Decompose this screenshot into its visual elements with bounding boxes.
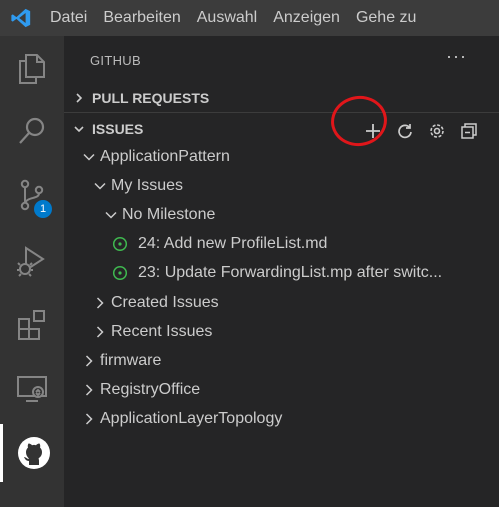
chevron-down-icon [89,181,111,191]
github-sidebar: GITHUB ··· PULL REQUESTS ISSUES Applicat… [64,36,499,507]
menu-item-auswahl[interactable]: Auswahl [189,0,265,36]
tree-item-label: firmware [100,352,162,369]
menu-item-datei[interactable]: Datei [42,0,95,36]
tree-item-my-issues[interactable]: My Issues [89,172,183,200]
vscode-logo-icon [0,0,42,36]
tree-item-label: Recent Issues [111,323,213,340]
tree-item-label: My Issues [111,177,184,194]
section-divider [64,112,499,113]
refresh-icon[interactable] [389,120,421,142]
source-control-badge: 1 [34,200,52,218]
tree-item-label: No Milestone [122,206,216,223]
section-pull-requests[interactable]: PULL REQUESTS [64,84,499,112]
chevron-right-icon [78,384,100,396]
issue-opened-icon [111,264,129,282]
run-debug-icon[interactable] [0,232,64,290]
github-icon[interactable] [0,424,64,482]
issue-item[interactable]: 23: Update ForwardingList.mp after switc… [111,259,442,287]
chevron-down-icon [78,152,100,162]
tree-item-label: ApplicationLayerTopology [100,410,283,427]
menu-item-bearbeiten[interactable]: Bearbeiten [95,0,188,36]
issue-item[interactable]: 24: Add new ProfileList.md [111,230,327,258]
sidebar-title: GITHUB [90,53,141,68]
tree-item-label: ApplicationPattern [100,148,230,165]
collapse-all-icon[interactable] [453,120,485,142]
section-label: PULL REQUESTS [92,90,210,106]
extensions-icon[interactable] [0,296,64,354]
issue-opened-icon [111,235,129,253]
issue-label: 23: Update ForwardingList.mp after switc… [138,264,443,281]
menu-bar: Datei Bearbeiten Auswahl Anzeigen Gehe z… [0,0,499,36]
tree-item-label: Created Issues [111,294,219,311]
activity-bar: 1 [0,36,64,507]
section-label: ISSUES [92,121,144,137]
chevron-right-icon [78,355,100,367]
more-actions-icon[interactable]: ··· [446,46,467,67]
menu-item-anzeigen[interactable]: Anzeigen [265,0,348,36]
tree-item-applicationlayertopology[interactable]: ApplicationLayerTopology [78,405,282,433]
source-control-icon[interactable]: 1 [0,166,64,224]
chevron-right-icon [89,297,111,309]
chevron-down-icon [100,210,122,220]
menu-item-gehe-zu[interactable]: Gehe zu [348,0,424,36]
chevron-right-icon [64,93,92,103]
tree-item-recent-issues[interactable]: Recent Issues [89,318,212,346]
remote-explorer-icon[interactable] [0,360,64,418]
tree-item-no-milestone[interactable]: No Milestone [100,201,215,229]
chevron-right-icon [78,413,100,425]
tree-item-firmware[interactable]: firmware [78,347,161,375]
search-icon[interactable] [0,102,64,160]
tree-item-applicationpattern[interactable]: ApplicationPattern [78,143,230,171]
tree-item-label: RegistryOffice [100,381,201,398]
gear-icon[interactable] [421,120,453,142]
chevron-right-icon [89,326,111,338]
tree-item-registryoffice[interactable]: RegistryOffice [78,376,200,404]
tree-item-created-issues[interactable]: Created Issues [89,289,219,317]
explorer-icon[interactable] [0,40,64,98]
issue-label: 24: Add new ProfileList.md [138,235,328,252]
chevron-down-icon [64,124,92,134]
